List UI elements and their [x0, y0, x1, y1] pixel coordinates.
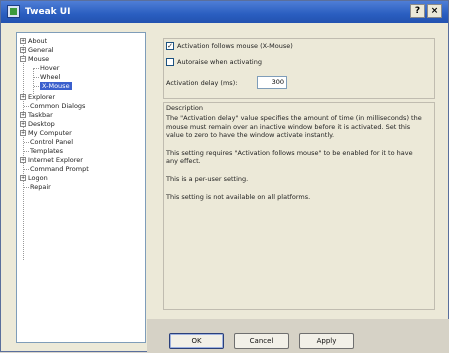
autoraise-checkbox-row[interactable]: Autoraise when activating: [166, 58, 262, 67]
tree-item-desktop[interactable]: + Desktop: [20, 120, 55, 129]
tree-item-control-panel[interactable]: Control Panel: [30, 138, 73, 147]
tree-connector: [24, 151, 29, 152]
expand-icon[interactable]: +: [20, 121, 26, 127]
tree-connector: [24, 106, 29, 107]
tree-item-explorer[interactable]: + Explorer: [20, 93, 55, 102]
tree-connector: [34, 77, 39, 78]
tree-connector: [33, 68, 34, 94]
window-title: Tweak UI: [25, 7, 71, 17]
description-paragraph: The "Activation delay" value specifies t…: [166, 114, 422, 140]
tree-connector: [24, 187, 29, 188]
tree-item-hover[interactable]: Hover: [40, 64, 59, 73]
tree-connector: [24, 142, 29, 143]
close-button[interactable]: ×: [427, 4, 442, 18]
autoraise-checkbox[interactable]: [166, 58, 174, 66]
button-bar: OK Cancel Apply: [147, 319, 449, 353]
description-paragraph: This is a per-user setting.: [166, 174, 249, 183]
tree-item-templates[interactable]: Templates: [30, 147, 63, 156]
activation-delay-input[interactable]: 300: [257, 76, 287, 89]
description-paragraph: This setting is not available on all pla…: [166, 192, 311, 201]
expand-icon[interactable]: +: [20, 47, 26, 53]
tree-item-taskbar[interactable]: + Taskbar: [20, 111, 53, 120]
tree-item-x-mouse[interactable]: X-Mouse: [40, 82, 72, 91]
tree-item-internet-explorer[interactable]: + Internet Explorer: [20, 156, 83, 165]
help-button[interactable]: ?: [410, 4, 425, 18]
follow-mouse-checkbox[interactable]: ✓: [166, 42, 174, 50]
tree-item-mouse[interactable]: − Mouse: [20, 55, 49, 64]
tree-connector: [24, 169, 29, 170]
expand-icon[interactable]: +: [20, 38, 26, 44]
tweak-ui-window: Tweak UI ? × + About + General − Mouse Hove…: [0, 0, 449, 353]
tree-item-general[interactable]: + General: [20, 46, 54, 55]
tree-connector: [34, 86, 39, 87]
settings-tree[interactable]: + About + General − Mouse Hover Wheel X-Mou…: [16, 32, 146, 343]
apply-button[interactable]: Apply: [299, 333, 354, 349]
tree-item-my-computer[interactable]: + My Computer: [20, 129, 72, 138]
tree-connector: [34, 68, 39, 69]
cancel-button[interactable]: Cancel: [234, 333, 289, 349]
tree-item-about[interactable]: + About: [20, 37, 47, 46]
expand-icon[interactable]: +: [20, 112, 26, 118]
app-icon: [7, 5, 20, 18]
activation-delay-label: Activation delay (ms):: [166, 79, 238, 87]
description-paragraph: This setting requires "Activation follow…: [166, 148, 413, 166]
tree-item-command-prompt[interactable]: Command Prompt: [30, 165, 89, 174]
tree-item-wheel[interactable]: Wheel: [40, 73, 60, 82]
description-text: The "Activation delay" value specifies t…: [166, 114, 426, 210]
description-title: Description: [166, 104, 204, 112]
tree-item-common-dialogs[interactable]: Common Dialogs: [30, 102, 85, 111]
settings-panel: ✓ Activation follows mouse (X-Mouse) Auto…: [153, 32, 441, 319]
tree-item-repair[interactable]: Repair: [30, 183, 51, 192]
expand-icon[interactable]: +: [20, 157, 26, 163]
follow-mouse-checkbox-row[interactable]: ✓ Activation follows mouse (X-Mouse): [166, 42, 293, 51]
expand-icon[interactable]: +: [20, 94, 26, 100]
ok-button[interactable]: OK: [169, 333, 224, 349]
collapse-icon[interactable]: −: [20, 56, 26, 62]
autoraise-label: Autoraise when activating: [177, 58, 262, 66]
expand-icon[interactable]: +: [20, 130, 26, 136]
title-bar[interactable]: Tweak UI ? ×: [1, 1, 448, 23]
follow-mouse-label: Activation follows mouse (X-Mouse): [177, 42, 293, 50]
expand-icon[interactable]: +: [20, 175, 26, 181]
tree-item-logon[interactable]: + Logon: [20, 174, 48, 183]
